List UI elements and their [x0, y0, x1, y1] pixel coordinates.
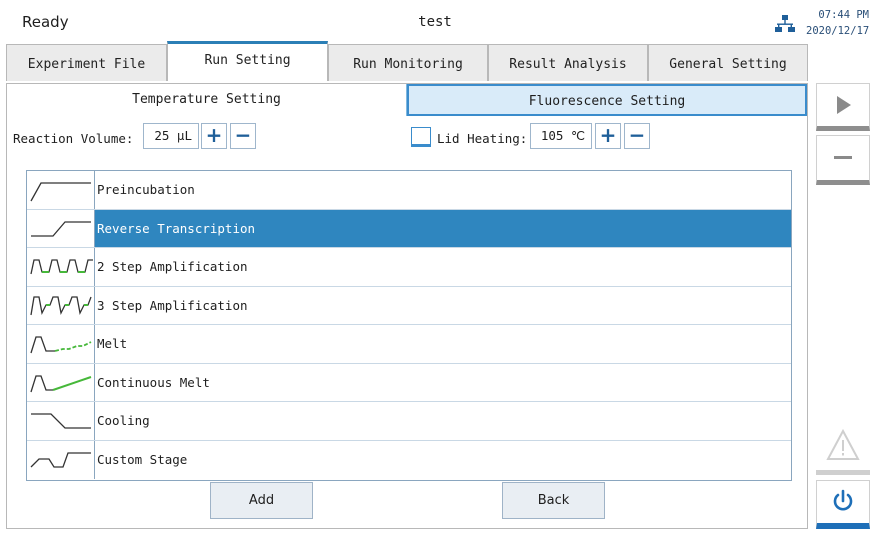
three-step-amplification-profile-icon — [27, 286, 95, 324]
clock-time: 07:44 PM — [818, 9, 869, 21]
stage-row-continuous-melt[interactable]: Continuous Melt — [27, 363, 791, 402]
sub-tab-bar: Temperature Setting Fluorescence Setting — [7, 84, 807, 116]
stage-row-preincubation[interactable]: Preincubation — [27, 171, 791, 210]
stage-label: 3 Step Amplification — [97, 297, 248, 313]
clock: 07:44 PM 2020/12/17 — [806, 7, 869, 39]
clock-date: 2020/12/17 — [806, 25, 870, 37]
custom-stage-profile-icon — [27, 440, 95, 479]
reaction-volume-label: Reaction Volume: — [13, 131, 134, 146]
lid-heating-label: Lid Heating: — [437, 131, 528, 146]
lid-heating-decrease-button[interactable]: − — [624, 123, 650, 149]
preincubation-profile-icon — [27, 171, 95, 209]
back-button[interactable]: Back — [502, 482, 605, 519]
stage-label: Reverse Transcription — [97, 220, 256, 236]
title-bar: Ready test 07:44 PM 2020/12/17 — [0, 0, 876, 44]
stage-label: Continuous Melt — [97, 374, 210, 390]
tab-run-monitoring[interactable]: Run Monitoring — [328, 44, 488, 81]
reaction-volume-increase-button[interactable]: + — [201, 123, 227, 149]
lid-heating-checkbox[interactable] — [411, 127, 431, 147]
tab-result-analysis[interactable]: Result Analysis — [488, 44, 648, 81]
experiment-title: test — [418, 14, 452, 30]
two-step-amplification-profile-icon — [27, 248, 95, 286]
melt-profile-icon — [27, 325, 95, 363]
stage-label: 2 Step Amplification — [97, 259, 248, 274]
stage-list: Preincubation Reverse Transcription 2 St… — [26, 170, 792, 481]
tab-general-setting[interactable]: General Setting — [648, 44, 808, 81]
cooling-profile-icon — [27, 402, 95, 440]
run-setting-panel: Temperature Setting Fluorescence Setting… — [6, 83, 808, 529]
stage-label: Preincubation — [97, 182, 195, 197]
stage-label: Melt — [97, 336, 128, 351]
tab-fluorescence-setting[interactable]: Fluorescence Setting — [407, 84, 807, 116]
tab-run-setting[interactable]: Run Setting — [167, 41, 328, 81]
run-button[interactable] — [816, 83, 870, 131]
warning-icon — [826, 428, 860, 460]
lid-heating-field[interactable]: 105 ℃ — [530, 123, 592, 149]
main-tab-bar: Experiment File Run Setting Run Monitori… — [6, 41, 808, 83]
reaction-volume-field[interactable]: 25 μL — [143, 123, 199, 149]
minus-icon — [834, 156, 852, 159]
stage-row-2-step-amplification[interactable]: 2 Step Amplification — [27, 248, 791, 287]
power-button[interactable] — [816, 480, 870, 529]
stage-row-reverse-transcription[interactable]: Reverse Transcription — [27, 209, 791, 248]
lid-heating-increase-button[interactable]: + — [595, 123, 621, 149]
network-icon — [775, 15, 795, 32]
play-icon — [837, 96, 851, 114]
power-icon — [833, 489, 853, 511]
app-window: Ready test 07:44 PM 2020/12/17 Experimen… — [0, 0, 876, 535]
status-text: Ready — [22, 13, 69, 31]
stage-label: Custom Stage — [97, 451, 188, 467]
stop-button[interactable] — [816, 135, 870, 185]
continuous-melt-profile-icon — [27, 363, 95, 401]
stage-label: Cooling — [97, 413, 150, 428]
reaction-volume-decrease-button[interactable]: − — [230, 123, 256, 149]
stage-row-melt[interactable]: Melt — [27, 325, 791, 364]
add-button[interactable]: Add — [210, 482, 313, 519]
warning-button[interactable] — [816, 425, 870, 475]
tab-temperature-setting[interactable]: Temperature Setting — [7, 84, 407, 116]
stage-row-cooling[interactable]: Cooling — [27, 402, 791, 441]
reverse-transcription-profile-icon — [27, 209, 95, 247]
tab-experiment-file[interactable]: Experiment File — [6, 44, 167, 81]
stage-row-custom-stage[interactable]: Custom Stage — [27, 440, 791, 479]
stage-row-3-step-amplification[interactable]: 3 Step Amplification — [27, 286, 791, 325]
